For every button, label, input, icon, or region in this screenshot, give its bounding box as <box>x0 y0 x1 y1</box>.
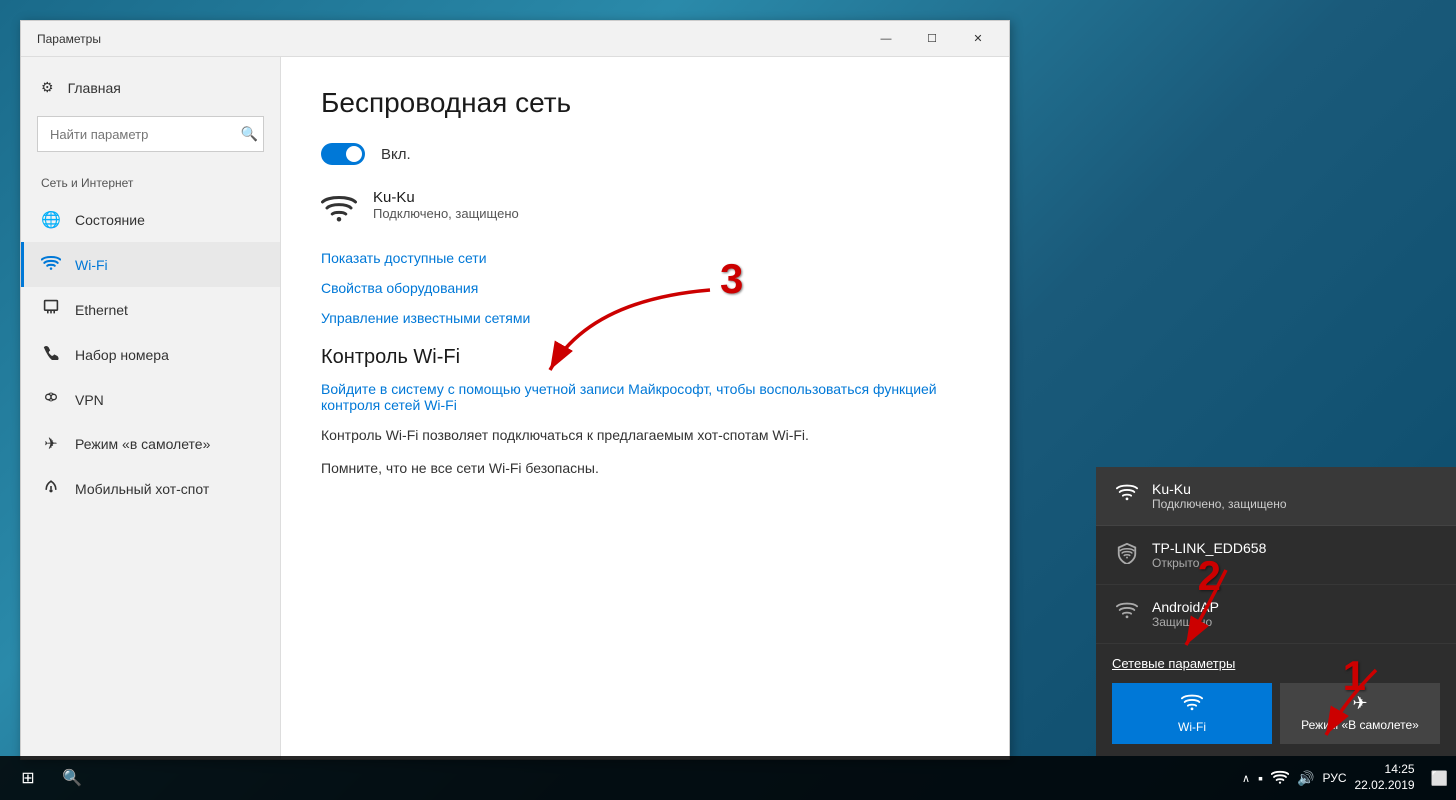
androidap-wifi-icon <box>1116 601 1138 625</box>
taskbar-notification[interactable]: ⬜ <box>1431 770 1448 787</box>
home-label: Главная <box>68 80 121 96</box>
sidebar-item-hotspot[interactable]: Мобильный хот-спот <box>21 466 280 511</box>
maximize-button[interactable]: ☐ <box>909 21 955 57</box>
taskbar-language: РУС <box>1322 771 1346 785</box>
taskbar-time: 14:25 <box>1385 762 1415 778</box>
sidebar-item-ethernet[interactable]: Ethernet <box>21 287 280 332</box>
taskbar: ⊞ 🔍 ∧ ▪ 🔊 РУС 14:25 22.02.2019 ⬜ <box>0 756 1456 800</box>
wifi-quick-label: Wi-Fi <box>1178 720 1206 734</box>
tplink-info: TP-LINK_EDD658 Открыто <box>1152 540 1266 570</box>
wifi-sidebar-icon <box>41 254 61 275</box>
ku-ku-status: Подключено, защищено <box>1152 497 1287 511</box>
taskbar-right: ∧ ▪ 🔊 РУС 14:25 22.02.2019 ⬜ <box>1242 762 1448 793</box>
status-icon: 🌐 <box>41 210 61 230</box>
taskbar-chevron[interactable]: ∧ <box>1242 772 1250 785</box>
network-status: Подключено, защищено <box>373 206 519 221</box>
home-icon: ⚙ <box>41 79 54 96</box>
show-networks-link[interactable]: Показать доступные сети <box>321 250 487 266</box>
wifi-control-desc1: Контроль Wi-Fi позволяет подключаться к … <box>321 425 969 446</box>
ethernet-icon <box>41 299 61 320</box>
title-bar: Параметры — ☐ ✕ <box>21 21 1009 57</box>
sidebar-item-vpn[interactable]: VPN <box>21 377 280 422</box>
vpn-label: VPN <box>75 392 104 408</box>
ethernet-label: Ethernet <box>75 302 128 318</box>
taskbar-date: 22.02.2019 <box>1355 778 1415 794</box>
main-content: Беспроводная сеть Вкл. <box>281 57 1009 759</box>
taskbar-wifi-icon[interactable] <box>1271 770 1289 787</box>
flyout-network-ku-ku[interactable]: Ku-Ku Подключено, защищено <box>1096 467 1456 526</box>
wifi-quick-btn[interactable]: Wi-Fi <box>1112 683 1272 744</box>
flyout-network-tplink[interactable]: TP-LINK_EDD658 Открыто <box>1096 526 1456 585</box>
airplane-quick-icon: ✈ <box>1352 693 1367 714</box>
airplane-icon: ✈ <box>41 434 61 454</box>
vpn-icon <box>41 389 61 410</box>
search-icon[interactable]: 🔍 <box>241 126 258 143</box>
dialup-icon <box>41 344 61 365</box>
androidap-status: Защищено <box>1152 615 1219 629</box>
wifi-toggle[interactable] <box>321 143 365 165</box>
minimize-button[interactable]: — <box>863 21 909 57</box>
wifi-control-desc2: Помните, что не все сети Wi-Fi безопасны… <box>321 458 969 479</box>
wifi-label: Wi-Fi <box>75 257 108 273</box>
ku-ku-wifi-icon <box>1116 483 1138 507</box>
sidebar-search-container: 🔍 <box>37 116 264 152</box>
window-title: Параметры <box>37 32 101 46</box>
taskbar-volume-icon[interactable]: 🔊 <box>1297 770 1314 787</box>
network-info: Ku-Ku Подключено, защищено <box>373 189 519 221</box>
wifi-control-link[interactable]: Войдите в систему с помощью учетной запи… <box>321 381 969 413</box>
dialup-label: Набор номера <box>75 347 169 363</box>
page-title: Беспроводная сеть <box>321 87 969 119</box>
settings-body: ⚙ Главная 🔍 Сеть и Интернет 🌐 Состояние <box>21 57 1009 759</box>
wifi-flyout: Ku-Ku Подключено, защищено TP-LINK_ED <box>1096 467 1456 756</box>
androidap-info: AndroidAP Защищено <box>1152 599 1219 629</box>
sidebar-item-status[interactable]: 🌐 Состояние <box>21 198 280 242</box>
airplane-quick-label: Режим «В самолете» <box>1301 718 1419 732</box>
desktop: Параметры — ☐ ✕ ⚙ Главная 🔍 Сеть и Интер… <box>0 0 1456 800</box>
sidebar: ⚙ Главная 🔍 Сеть и Интернет 🌐 Состояние <box>21 57 281 759</box>
connected-network-card: Ku-Ku Подключено, защищено <box>321 189 969 230</box>
airplane-label: Режим «в самолете» <box>75 436 210 452</box>
network-name: Ku-Ku <box>373 189 519 206</box>
wifi-quick-icon <box>1181 693 1203 716</box>
sidebar-item-airplane[interactable]: ✈ Режим «в самолете» <box>21 422 280 466</box>
start-button[interactable]: ⊞ <box>8 758 48 798</box>
androidap-name: AndroidAP <box>1152 599 1219 615</box>
wifi-toggle-row: Вкл. <box>321 143 969 165</box>
sidebar-item-dialup[interactable]: Набор номера <box>21 332 280 377</box>
tplink-status: Открыто <box>1152 556 1266 570</box>
connected-wifi-icon <box>321 193 357 230</box>
airplane-quick-btn[interactable]: ✈ Режим «В самолете» <box>1280 683 1440 744</box>
tplink-shield-icon <box>1116 542 1138 569</box>
quick-buttons: Wi-Fi ✈ Режим «В самолете» <box>1112 683 1440 744</box>
hotspot-icon <box>41 478 61 499</box>
ku-ku-name: Ku-Ku <box>1152 481 1287 497</box>
settings-window: Параметры — ☐ ✕ ⚙ Главная 🔍 Сеть и Интер… <box>20 20 1010 760</box>
search-taskbar-button[interactable]: 🔍 <box>52 758 92 798</box>
sidebar-section-title: Сеть и Интернет <box>21 160 280 198</box>
manage-known-networks-link[interactable]: Управление известными сетями <box>321 310 530 326</box>
hardware-properties-link[interactable]: Свойства оборудования <box>321 280 478 296</box>
network-settings-link[interactable]: Сетевые параметры <box>1112 656 1440 671</box>
taskbar-battery-icon: ▪ <box>1258 770 1263 786</box>
tplink-name: TP-LINK_EDD658 <box>1152 540 1266 556</box>
window-controls: — ☐ ✕ <box>863 21 1001 57</box>
hotspot-label: Мобильный хот-спот <box>75 481 209 497</box>
toggle-label: Вкл. <box>381 146 411 163</box>
flyout-network-androidap[interactable]: AndroidAP Защищено <box>1096 585 1456 644</box>
sidebar-item-wifi[interactable]: Wi-Fi <box>21 242 280 287</box>
wifi-control-title: Контроль Wi-Fi <box>321 346 969 369</box>
close-button[interactable]: ✕ <box>955 21 1001 57</box>
status-label: Состояние <box>75 212 145 228</box>
sidebar-home[interactable]: ⚙ Главная <box>21 67 280 108</box>
search-input[interactable] <box>37 116 264 152</box>
flyout-bottom: Сетевые параметры Wi-Fi ✈ Ре <box>1096 644 1456 756</box>
taskbar-clock[interactable]: 14:25 22.02.2019 <box>1355 762 1415 793</box>
ku-ku-info: Ku-Ku Подключено, защищено <box>1152 481 1287 511</box>
taskbar-left: ⊞ 🔍 <box>8 758 92 798</box>
